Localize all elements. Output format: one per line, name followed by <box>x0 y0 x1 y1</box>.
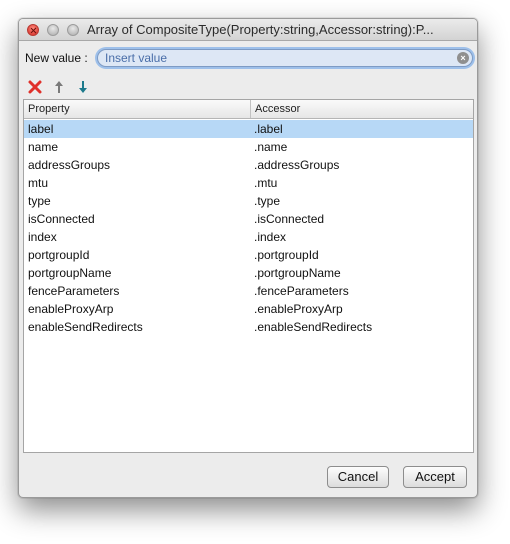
clear-icon[interactable]: × <box>457 52 469 64</box>
move-up-button[interactable] <box>51 79 67 95</box>
table-row[interactable]: label .label <box>24 120 473 138</box>
property-cell: type <box>28 194 51 208</box>
property-cell: portgroupId <box>28 248 90 262</box>
table-row[interactable]: mtu .mtu <box>24 174 473 192</box>
accessor-cell: .type <box>254 194 281 208</box>
table-header: Property Accessor <box>24 100 473 119</box>
accessor-cell: .portgroupName <box>254 266 341 280</box>
accessor-cell: .enableProxyArp <box>254 302 343 316</box>
minimize-window-button[interactable] <box>47 24 59 36</box>
column-header-property[interactable]: Property <box>28 103 70 115</box>
accept-button[interactable]: Accept <box>403 466 467 488</box>
accessor-cell: .mtu <box>254 176 278 190</box>
move-down-button[interactable] <box>75 79 91 95</box>
table-row[interactable]: addressGroups .addressGroups <box>24 156 473 174</box>
table-row[interactable]: name .name <box>24 138 473 156</box>
column-header-accessor[interactable]: Accessor <box>255 103 300 115</box>
property-cell: portgroupName <box>28 266 112 280</box>
table-row[interactable]: portgroupName .portgroupName <box>24 264 473 282</box>
property-cell: isConnected <box>28 212 95 226</box>
accessor-cell: .enableSendRedirects <box>254 320 373 334</box>
accessor-cell: .name <box>254 140 288 154</box>
arrow-down-icon <box>79 81 87 93</box>
table-row[interactable]: isConnected .isConnected <box>24 210 473 228</box>
properties-table[interactable]: Property Accessor label .label name .nam… <box>23 99 474 453</box>
remove-row-button[interactable] <box>27 79 43 95</box>
title-bar[interactable]: Array of CompositeType(Property:string,A… <box>19 19 477 41</box>
property-cell: enableSendRedirects <box>28 320 143 334</box>
new-value-label: New value : <box>25 51 88 65</box>
table-body: label .label name .name addressGroups .a… <box>24 120 473 336</box>
table-row[interactable]: type .type <box>24 192 473 210</box>
table-row[interactable]: fenceParameters .fenceParameters <box>24 282 473 300</box>
property-cell: enableProxyArp <box>28 302 114 316</box>
table-row[interactable]: enableSendRedirects .enableSendRedirects <box>24 318 473 336</box>
property-cell: label <box>28 122 54 136</box>
table-row[interactable]: portgroupId .portgroupId <box>24 246 473 264</box>
accessor-cell: .isConnected <box>254 212 325 226</box>
accessor-cell: .portgroupId <box>254 248 319 262</box>
new-value-input[interactable] <box>105 50 435 66</box>
column-divider[interactable] <box>250 100 251 118</box>
accessor-cell: .index <box>254 230 287 244</box>
property-cell: mtu <box>28 176 49 190</box>
close-window-button[interactable] <box>27 24 39 36</box>
accessor-cell: .label <box>254 122 283 136</box>
property-cell: index <box>28 230 57 244</box>
property-cell: fenceParameters <box>28 284 120 298</box>
red-x-icon <box>28 80 42 94</box>
maximize-window-button[interactable] <box>67 24 79 36</box>
accessor-cell: .addressGroups <box>254 158 340 172</box>
property-cell: addressGroups <box>28 158 111 172</box>
window-title: Array of CompositeType(Property:string,A… <box>87 22 434 37</box>
dialog-window: Array of CompositeType(Property:string,A… <box>18 18 478 498</box>
accessor-cell: .fenceParameters <box>254 284 349 298</box>
cancel-button[interactable]: Cancel <box>327 466 389 488</box>
new-value-field[interactable]: × <box>97 49 473 67</box>
property-cell: name <box>28 140 59 154</box>
table-row[interactable]: enableProxyArp .enableProxyArp <box>24 300 473 318</box>
arrow-up-icon <box>55 81 63 93</box>
table-row[interactable]: index .index <box>24 228 473 246</box>
